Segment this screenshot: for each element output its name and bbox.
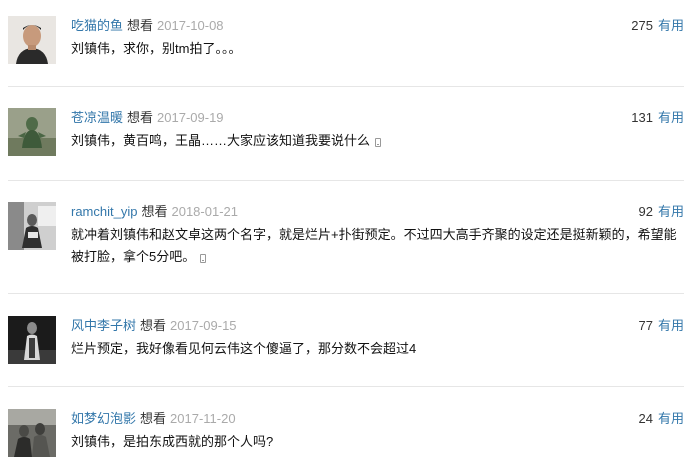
useful-button[interactable]: 有用 <box>658 110 684 125</box>
comment-body: 刘镇伟，黄百鸣，王晶……大家应该知道我要说什么 <box>71 133 371 148</box>
comment-date: 2017-09-19 <box>157 110 224 125</box>
watch-status: 想看 <box>127 110 154 125</box>
avatar-image <box>8 16 56 64</box>
avatar-image <box>8 316 56 364</box>
comment-text: 刘镇伟，黄百鸣，王晶……大家应该知道我要说什么 <box>71 130 684 152</box>
comment-date: 2017-11-20 <box>170 411 236 426</box>
vote-area: 131 有用 <box>631 108 684 128</box>
watch-status: 想看 <box>140 411 167 426</box>
watch-status: 想看 <box>127 18 154 33</box>
vote-area: 92 有用 <box>639 202 684 222</box>
mobile-phone-icon <box>200 254 207 263</box>
username-link[interactable]: 如梦幻泡影 <box>71 411 136 426</box>
username-link[interactable]: 吃猫的鱼 <box>71 18 123 33</box>
avatar-image <box>8 409 56 457</box>
divider <box>8 86 684 87</box>
vote-count: 131 <box>631 110 653 125</box>
comment-body: 刘镇伟，是拍东成西就的那个人吗? <box>71 434 274 449</box>
avatar-image <box>8 202 56 250</box>
comment-meta: 如梦幻泡影 想看 2017-11-20 <box>71 409 236 429</box>
comment-body: 就冲着刘镇伟和赵文卓这两个名字，就是烂片+扑街预定。不过四大高手齐聚的设定还是挺… <box>71 227 677 264</box>
comment-list: 吃猫的鱼 想看 2017-10-08 275 有用 刘镇伟，求你，别tm拍了。。。 苍… <box>0 0 700 467</box>
avatar[interactable] <box>8 16 56 64</box>
comment-date: 2017-10-08 <box>157 18 224 33</box>
comment-item: 吃猫的鱼 想看 2017-10-08 275 有用 刘镇伟，求你，别tm拍了。。。 <box>8 16 684 76</box>
useful-button[interactable]: 有用 <box>658 18 684 33</box>
vote-count: 77 <box>638 318 653 333</box>
watch-status: 想看 <box>141 204 168 219</box>
comment-meta: ramchit_yip 想看 2018-01-21 <box>71 202 238 222</box>
comment-body: 刘镇伟，求你，别tm拍了。。。 <box>71 41 242 56</box>
vote-count: 24 <box>638 411 653 426</box>
avatar[interactable] <box>8 108 56 156</box>
avatar[interactable] <box>8 316 56 364</box>
username-link[interactable]: 风中李子树 <box>71 318 136 333</box>
comment-text: 刘镇伟，求你，别tm拍了。。。 <box>71 38 684 60</box>
comment-item: 苍凉温暖 想看 2017-09-19 131 有用 刘镇伟，黄百鸣，王晶……大家应该知… <box>8 108 684 168</box>
divider <box>8 293 684 294</box>
watch-status: 想看 <box>140 318 167 333</box>
comment-meta: 苍凉温暖 想看 2017-09-19 <box>71 108 224 128</box>
vote-area: 275 有用 <box>631 16 684 36</box>
vote-area: 77 有用 <box>639 316 684 336</box>
avatar[interactable] <box>8 409 56 457</box>
comment-meta: 吃猫的鱼 想看 2017-10-08 <box>71 16 224 36</box>
comment-text: 烂片预定，我好像看见何云伟这个傻逼了，那分数不会超过4 <box>71 338 684 360</box>
comment-body: 烂片预定，我好像看见何云伟这个傻逼了，那分数不会超过4 <box>71 341 417 356</box>
comment-date: 2017-09-15 <box>170 318 237 333</box>
divider <box>8 180 684 181</box>
avatar-image <box>8 108 56 156</box>
useful-button[interactable]: 有用 <box>658 411 684 426</box>
mobile-phone-icon <box>375 138 382 147</box>
comment-date: 2018-01-21 <box>171 204 238 219</box>
username-link[interactable]: ramchit_yip <box>71 204 137 219</box>
comment-item: 风中李子树 想看 2017-09-15 77 有用 烂片预定，我好像看见何云伟这个傻逼… <box>8 316 684 376</box>
username-link[interactable]: 苍凉温暖 <box>71 110 123 125</box>
comment-item: 如梦幻泡影 想看 2017-11-20 24 有用 刘镇伟，是拍东成西就的那个人吗? <box>8 409 684 459</box>
avatar[interactable] <box>8 202 56 250</box>
vote-area: 24 有用 <box>639 409 684 429</box>
comment-item: ramchit_yip 想看 2018-01-21 92 有用 就冲着刘镇伟和赵文卓这… <box>8 202 684 272</box>
vote-count: 92 <box>638 204 653 219</box>
comment-text: 就冲着刘镇伟和赵文卓这两个名字，就是烂片+扑街预定。不过四大高手齐聚的设定还是挺… <box>71 224 684 268</box>
divider <box>8 386 684 387</box>
comment-meta: 风中李子树 想看 2017-09-15 <box>71 316 237 336</box>
vote-count: 275 <box>631 18 653 33</box>
useful-button[interactable]: 有用 <box>658 204 684 219</box>
useful-button[interactable]: 有用 <box>658 318 684 333</box>
comment-text: 刘镇伟，是拍东成西就的那个人吗? <box>71 431 684 453</box>
